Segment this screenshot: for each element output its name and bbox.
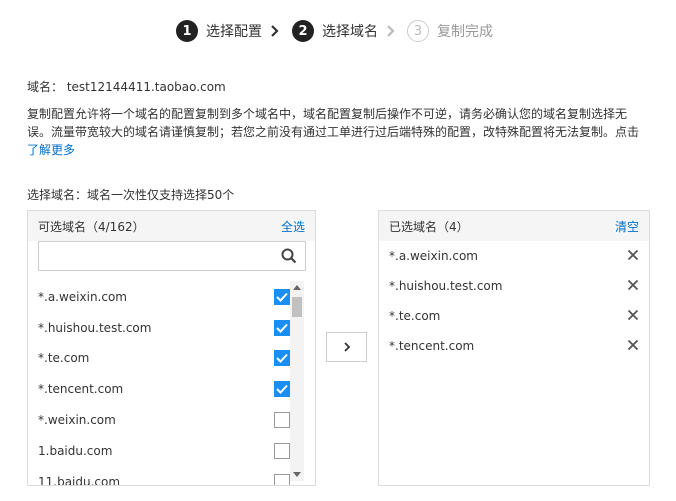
scroll-up-icon[interactable] xyxy=(293,285,301,290)
move-right-button[interactable] xyxy=(326,332,367,362)
domain-name: *.tencent.com xyxy=(38,381,124,396)
step-1-number: 1 xyxy=(176,20,198,42)
domain-value: test12144411.taobao.com xyxy=(66,80,226,94)
list-item: *.tencent.com xyxy=(389,331,639,361)
list-item[interactable]: 11.baidu.com xyxy=(38,466,290,485)
list-item[interactable]: *.a.weixin.com xyxy=(38,281,290,312)
checkbox[interactable] xyxy=(274,319,290,336)
available-domains-header: 可选域名（4/162） 全选 xyxy=(28,211,315,241)
available-domains-title: 可选域名（4/162） xyxy=(38,219,145,234)
step-3-number: 3 xyxy=(407,20,429,42)
checkbox[interactable] xyxy=(274,288,290,305)
step-1-label: 选择配置 xyxy=(206,24,262,40)
select-all-link[interactable]: 全选 xyxy=(281,218,305,235)
step-1: 1 选择配置 xyxy=(176,18,262,44)
chevron-right-icon xyxy=(343,342,350,352)
chevron-right-icon xyxy=(270,18,280,44)
step-2: 2 选择域名 xyxy=(292,18,378,44)
domain-name: *.huishou.test.com xyxy=(389,279,503,293)
list-item[interactable]: *.tencent.com xyxy=(38,373,290,404)
checkbox[interactable] xyxy=(274,442,290,459)
close-icon[interactable] xyxy=(627,339,639,354)
domain-name: *.a.weixin.com xyxy=(38,289,127,304)
scroll-thumb[interactable] xyxy=(292,297,302,317)
chevron-right-icon xyxy=(386,18,396,44)
search-input[interactable] xyxy=(39,242,269,270)
step-3: 3 复制完成 xyxy=(407,18,493,44)
domain-name: *.te.com xyxy=(389,309,441,323)
list-scrollbar[interactable] xyxy=(290,281,304,481)
checkbox[interactable] xyxy=(274,473,290,485)
list-item: *.te.com xyxy=(389,301,639,331)
domain-name: 11.baidu.com xyxy=(38,474,121,486)
domain-search xyxy=(38,241,306,271)
domain-name: 1.baidu.com xyxy=(38,443,113,458)
description: 复制配置允许将一个域名的配置复制到多个域名中，域名配置复制后操作不可逆，请务必确… xyxy=(27,105,647,159)
close-icon[interactable] xyxy=(627,279,639,294)
step-3-label: 复制完成 xyxy=(437,24,493,40)
selected-domains-title: 已选域名（4） xyxy=(389,219,469,234)
select-tip: 选择域名：域名一次性仅支持选择50个 xyxy=(27,188,235,202)
list-item: *.huishou.test.com xyxy=(389,271,639,301)
domain-name: *.weixin.com xyxy=(38,412,116,427)
description-text: 复制配置允许将一个域名的配置复制到多个域名中，域名配置复制后操作不可逆，请务必确… xyxy=(27,107,640,139)
close-icon[interactable] xyxy=(627,249,639,264)
checkbox[interactable] xyxy=(274,411,290,428)
learn-more-link[interactable]: 了解更多 xyxy=(27,143,75,157)
available-domains-panel: 可选域名（4/162） 全选 *.a.weixin.com *.huishou.… xyxy=(27,210,316,486)
list-item[interactable]: *.weixin.com xyxy=(38,404,290,435)
current-domain: 域名： test12144411.taobao.com xyxy=(27,78,226,95)
domain-name: *.huishou.test.com xyxy=(38,320,152,335)
step-2-number: 2 xyxy=(292,20,314,42)
step-2-label: 选择域名 xyxy=(322,24,378,40)
list-item[interactable]: *.huishou.test.com xyxy=(38,312,290,343)
clear-link[interactable]: 清空 xyxy=(615,218,639,235)
available-domain-list: *.a.weixin.com *.huishou.test.com *.te.c… xyxy=(28,277,315,485)
close-icon[interactable] xyxy=(627,309,639,324)
search-icon[interactable] xyxy=(281,248,297,264)
list-item[interactable]: *.te.com xyxy=(38,342,290,373)
domain-label: 域名： xyxy=(27,80,64,94)
domain-name: *.a.weixin.com xyxy=(389,249,478,263)
checkbox[interactable] xyxy=(274,349,290,366)
step-indicator: 1 选择配置 2 选择域名 3 复制完成 xyxy=(0,18,676,44)
checkbox[interactable] xyxy=(274,380,290,397)
selected-domains-panel: 已选域名（4） 清空 *.a.weixin.com *.huishou.test… xyxy=(378,210,650,486)
selected-domains-header: 已选域名（4） 清空 xyxy=(379,211,649,241)
domain-name: *.te.com xyxy=(38,350,90,365)
domain-name: *.tencent.com xyxy=(389,339,475,353)
list-item: *.a.weixin.com xyxy=(389,241,639,271)
scroll-down-icon[interactable] xyxy=(293,472,301,477)
list-item[interactable]: 1.baidu.com xyxy=(38,435,290,466)
